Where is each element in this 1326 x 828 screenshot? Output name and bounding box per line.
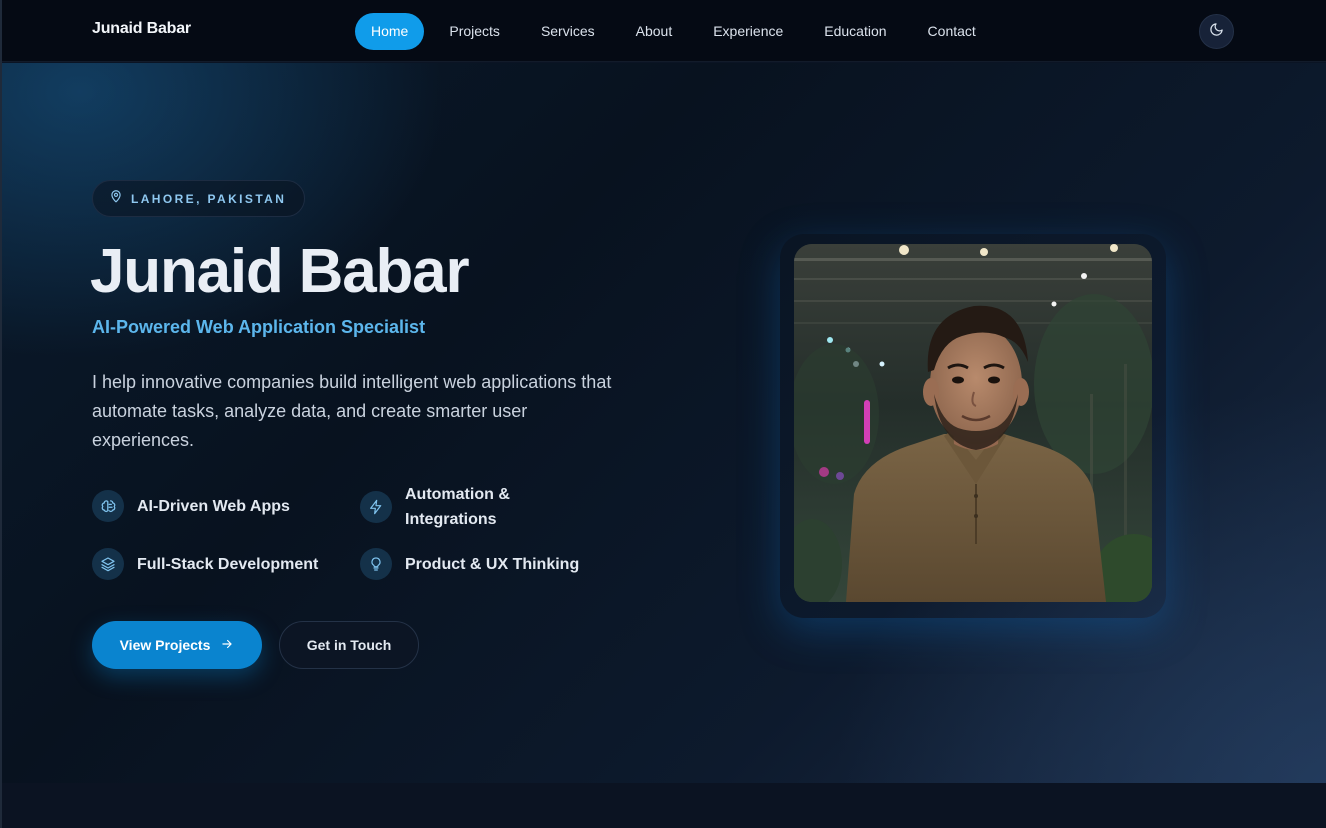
map-pin-icon [109, 189, 123, 208]
nav-link-experience[interactable]: Experience [697, 13, 799, 50]
nav-link-contact[interactable]: Contact [912, 13, 992, 50]
feature-item-ai-apps: AI-Driven Web Apps [92, 490, 290, 522]
feature-item-automation: Automation & Integrations [360, 482, 560, 532]
lightbulb-icon [360, 548, 392, 580]
window-border [0, 0, 2, 828]
feature-item-fullstack: Full-Stack Development [92, 548, 318, 580]
arrow-right-icon [220, 637, 234, 654]
location-badge: LAHORE, PAKISTAN [92, 180, 306, 217]
lightning-icon [360, 491, 392, 523]
feature-label: Automation & Integrations [405, 486, 510, 528]
nav-link-home[interactable]: Home [355, 12, 425, 50]
feature-item-product-ux: Product & UX Thinking [360, 548, 579, 580]
nav-links: Home Projects Services About Experience … [355, 12, 1001, 50]
nav-link-about[interactable]: About [620, 13, 689, 50]
nav-link-projects[interactable]: Projects [433, 13, 516, 50]
moon-icon [1209, 22, 1224, 42]
top-navbar: Junaid Babar Home Projects Services Abou… [0, 0, 1326, 62]
hero-title: Junaid Babar [90, 237, 470, 306]
hero-description: I help innovative companies build intell… [92, 372, 612, 450]
theme-toggle-button[interactable] [1199, 14, 1234, 49]
nav-link-services[interactable]: Services [525, 13, 611, 50]
next-section-edge [0, 783, 1326, 828]
get-in-touch-button[interactable]: Get in Touch [279, 621, 419, 669]
feature-label: Full-Stack Development [137, 555, 319, 573]
nav-link-education[interactable]: Education [808, 13, 902, 50]
view-projects-button[interactable]: View Projects [92, 621, 262, 669]
location-text: LAHORE, PAKISTAN [131, 191, 287, 206]
brain-icon [92, 490, 124, 522]
feature-label: Product & UX Thinking [405, 555, 580, 573]
hero-tagline: AI-Powered Web Application Specialist [92, 317, 426, 337]
layers-icon [92, 548, 124, 580]
profile-photo [794, 244, 1152, 602]
brand-logo[interactable]: Junaid Babar [92, 20, 191, 38]
view-projects-label: View Projects [119, 637, 211, 653]
feature-label: AI-Driven Web Apps [137, 497, 290, 515]
